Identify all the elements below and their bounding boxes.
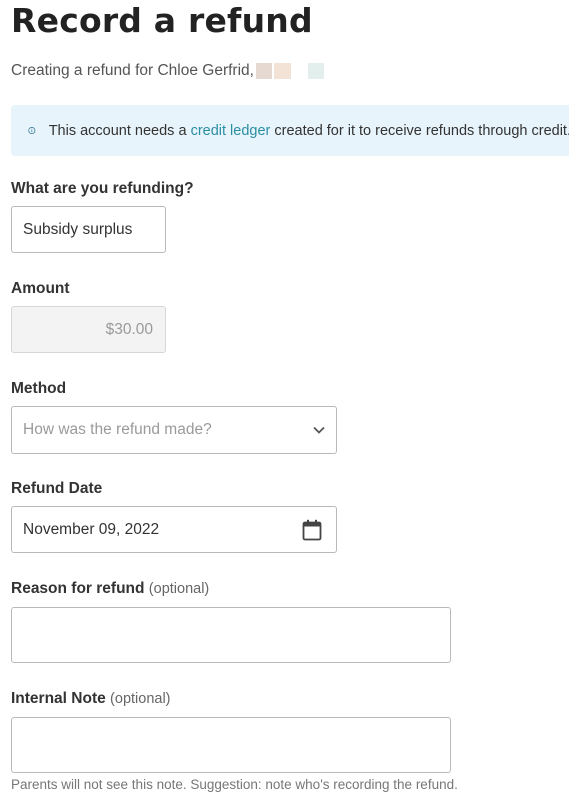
refund-date-value: November 09, 2022 [23, 520, 160, 538]
internal-note-textarea[interactable] [11, 717, 451, 773]
method-select[interactable]: How was the refund made? [11, 406, 337, 454]
internal-note-label-text: Internal Note [11, 690, 106, 707]
what-label: What are you refunding? [11, 180, 194, 197]
info-circle-icon [28, 127, 36, 134]
amount-label: Amount [11, 280, 70, 297]
what-value: Subsidy surplus [23, 220, 133, 238]
redacted-block [273, 63, 291, 79]
calendar-icon[interactable] [302, 519, 322, 541]
banner-text-before: This account needs a [48, 122, 191, 139]
amount-value: $30.00 [105, 320, 153, 338]
reason-textarea[interactable] [11, 607, 451, 663]
amount-input: $30.00 [11, 306, 166, 353]
internal-note-hint: Parents will not see this note. Suggesti… [11, 777, 458, 792]
internal-note-label: Internal Note (optional) [11, 690, 171, 708]
chevron-down-icon [313, 426, 325, 434]
banner-text-after: created for it to receive refunds throug… [270, 122, 569, 139]
page-title: Record a refund [11, 1, 313, 40]
refund-date-input[interactable]: November 09, 2022 [11, 506, 337, 553]
internal-note-optional-tag: (optional) [110, 691, 171, 707]
banner-message: This account needs a credit ledger creat… [49, 123, 569, 139]
credit-ledger-link[interactable]: credit ledger [191, 123, 271, 139]
redacted-block [307, 63, 324, 79]
what-input[interactable]: Subsidy surplus [11, 206, 166, 253]
reason-label-text: Reason for refund [11, 580, 145, 597]
subtitle-text: Creating a refund for Chloe Gerfrid, [11, 62, 254, 79]
page-subtitle: Creating a refund for Chloe Gerfrid, [11, 62, 324, 80]
refund-date-label: Refund Date [11, 480, 103, 497]
reason-label: Reason for refund (optional) [11, 580, 209, 598]
reason-optional-tag: (optional) [148, 581, 210, 597]
method-placeholder: How was the refund made? [23, 421, 212, 438]
redacted-block [255, 63, 272, 79]
info-banner: This account needs a credit ledger creat… [11, 105, 569, 156]
method-label: Method [11, 380, 67, 397]
